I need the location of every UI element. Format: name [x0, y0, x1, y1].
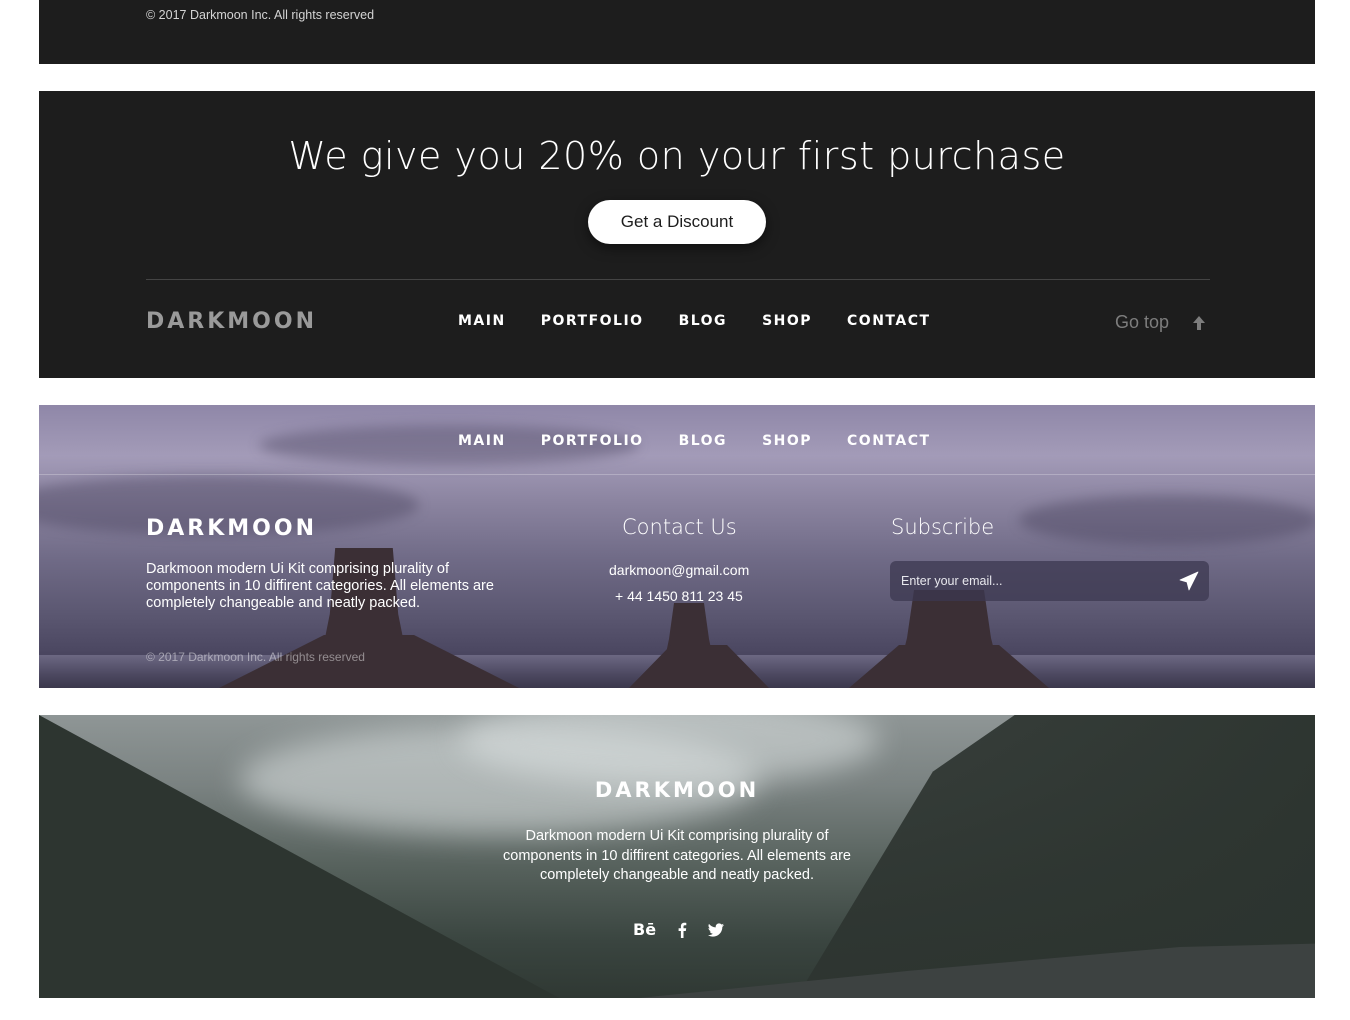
copyright-text: © 2017 Darkmoon Inc. All rights reserved — [146, 8, 375, 22]
subscribe-form — [890, 561, 1209, 601]
nav-link-main[interactable]: MAIN — [458, 433, 506, 449]
subscribe-heading: Subscribe — [891, 515, 995, 539]
contact-heading: Contact Us — [622, 515, 737, 539]
go-top-link[interactable]: Go top — [1115, 312, 1207, 333]
footer-variant-2: We give you 20% on your first purchase G… — [39, 91, 1315, 378]
get-discount-button[interactable]: Get a Discount — [588, 200, 766, 244]
nav-link-contact[interactable]: CONTACT — [847, 313, 931, 329]
background-cliff — [39, 715, 559, 998]
nav-link-main[interactable]: MAIN — [458, 313, 506, 329]
brand-logo[interactable]: DARKMOON — [146, 309, 317, 334]
promo-title: We give you 20% on your first purchase — [288, 134, 1066, 178]
background-butte-base — [849, 645, 1049, 688]
copyright-text: © 2017 Darkmoon Inc. All rights reserved — [146, 650, 365, 664]
about-text: Darkmoon modern Ui Kit comprising plural… — [503, 828, 851, 883]
brand-logo[interactable]: DARKMOON — [146, 516, 317, 541]
nav-link-contact[interactable]: CONTACT — [847, 433, 931, 449]
nav-link-blog[interactable]: BLOG — [679, 313, 728, 329]
background-butte-base — [629, 645, 769, 688]
social-links: Bē — [633, 920, 725, 939]
nav-link-blog[interactable]: BLOG — [679, 433, 728, 449]
footer-nav: MAIN PORTFOLIO BLOG SHOP CONTACT — [458, 313, 966, 329]
behance-icon[interactable]: Bē — [633, 920, 656, 939]
footer-variant-1: © 2017 Darkmoon Inc. All rights reserved — [39, 0, 1315, 64]
contact-email-link[interactable]: darkmoon@gmail.com — [609, 562, 749, 578]
nav-link-portfolio[interactable]: PORTFOLIO — [541, 433, 644, 449]
facebook-icon[interactable] — [674, 922, 690, 938]
about-text: Darkmoon modern Ui Kit comprising plural… — [146, 561, 494, 611]
divider — [146, 279, 1210, 280]
background-cloud — [1019, 495, 1315, 545]
paper-plane-icon[interactable] — [1179, 571, 1199, 591]
brand-logo[interactable]: DARKMOON — [39, 778, 1315, 802]
go-top-label: Go top — [1115, 312, 1170, 332]
footer-nav: MAIN PORTFOLIO BLOG SHOP CONTACT — [458, 433, 966, 449]
nav-link-shop[interactable]: SHOP — [762, 313, 812, 329]
nav-link-portfolio[interactable]: PORTFOLIO — [541, 313, 644, 329]
divider — [39, 474, 1315, 475]
nav-link-shop[interactable]: SHOP — [762, 433, 812, 449]
footer-variant-3: MAIN PORTFOLIO BLOG SHOP CONTACT DARKMOO… — [39, 405, 1315, 688]
email-input[interactable] — [890, 561, 1160, 601]
twitter-icon[interactable] — [708, 922, 725, 938]
contact-phone: + 44 1450 811 23 45 — [615, 588, 743, 604]
footer-variant-4: DARKMOON Darkmoon modern Ui Kit comprisi… — [39, 715, 1315, 998]
arrow-up-icon — [1191, 315, 1207, 331]
